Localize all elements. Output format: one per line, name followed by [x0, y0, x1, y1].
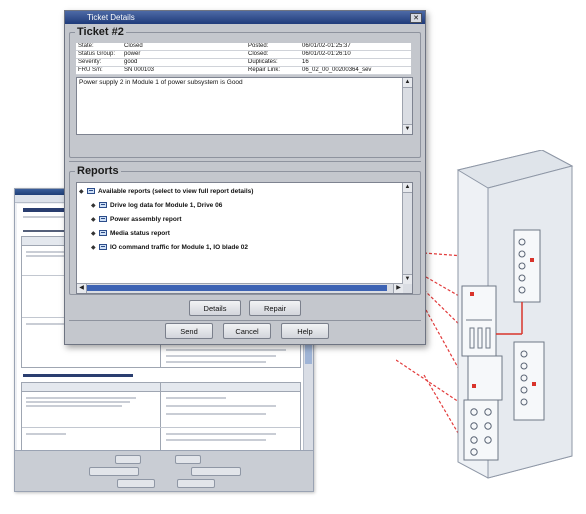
background-window-button[interactable] [117, 479, 155, 488]
description-text: Power supply 2 in Module 1 of power subs… [79, 79, 243, 86]
tree-root-item[interactable]: ◆ Available reports (select to view full… [79, 185, 253, 197]
send-button[interactable]: Send [165, 323, 213, 339]
report-label: IO command traffic for Module 1, IO blad… [110, 243, 248, 251]
tree-node-icon[interactable]: ◆ [91, 202, 97, 209]
dialog-titlebar: Ticket Details ✕ [65, 11, 425, 24]
scroll-up-arrow-icon[interactable]: ▲ [403, 78, 412, 88]
field-label: Repair Link: [246, 66, 300, 75]
field-value: 06/01/02-01:25:37 [300, 43, 411, 51]
report-document-icon [99, 202, 107, 208]
scroll-left-arrow-icon[interactable]: ◀ [77, 284, 87, 293]
scroll-down-arrow-icon[interactable]: ▼ [403, 124, 412, 134]
field-value: Closed [122, 43, 246, 51]
button-divider [69, 320, 421, 321]
ticket-details-dialog: Ticket Details ✕ Ticket #2 State: Closed… [64, 10, 426, 345]
ticket-group: Ticket #2 State: Closed Posted: 06/01/02… [69, 26, 421, 158]
report-document-icon [99, 230, 107, 236]
field-label: Posted: [246, 43, 300, 51]
field-value: SN 000103 [122, 66, 246, 75]
ticket-info-table: State: Closed Posted: 06/01/02-01:25:37 … [76, 43, 411, 75]
reports-horizontal-scrollbar[interactable]: ◀ ▶ [77, 283, 403, 293]
scroll-up-arrow-icon[interactable]: ▲ [403, 183, 412, 193]
report-label: Drive log data for Module 1, Drive 06 [110, 201, 223, 209]
ticket-field-row: FRU S/n: SN 000103 Repair Link: 06_02_00… [76, 66, 411, 75]
rack-module-top [513, 229, 541, 303]
ticket-field-row: State: Closed Posted: 06/01/02-01:25:37 [76, 43, 411, 51]
report-label: Power assembly report [110, 215, 182, 223]
details-button[interactable]: Details [189, 300, 241, 316]
scroll-right-arrow-icon[interactable]: ▶ [393, 284, 403, 293]
section-divider [69, 161, 421, 162]
dialog-title: Ticket Details [87, 13, 135, 22]
report-item[interactable]: ◆ IO command traffic for Module 1, IO bl… [91, 241, 248, 253]
field-label: State: [76, 43, 122, 51]
field-value: 16 [300, 58, 411, 67]
scroll-corner [403, 284, 412, 293]
field-value: 06_02_00_00200364_sev [300, 66, 411, 75]
background-doc-table [21, 382, 301, 451]
field-value: 06/01/02-01:26:10 [300, 50, 411, 59]
field-value: good [122, 58, 246, 67]
description-textarea[interactable]: Power supply 2 in Module 1 of power subs… [76, 77, 413, 135]
report-item[interactable]: ◆ Media status report [91, 227, 170, 239]
reports-vertical-scrollbar[interactable]: ▲ ▼ [402, 183, 412, 284]
field-label: Status Group: [76, 50, 122, 59]
report-document-icon [99, 216, 107, 222]
help-button[interactable]: Help [281, 323, 329, 339]
scroll-down-arrow-icon[interactable]: ▼ [403, 274, 412, 284]
tree-node-icon[interactable]: ◆ [91, 230, 97, 237]
field-label: Closed: [246, 50, 300, 59]
field-value: power [122, 50, 246, 59]
reports-group-title: Reports [75, 165, 121, 177]
reports-group: Reports ◆ Available reports (select to v… [69, 165, 421, 295]
reports-tree[interactable]: ◆ Available reports (select to view full… [76, 182, 413, 294]
background-window-button[interactable] [115, 455, 141, 464]
background-window-button[interactable] [191, 467, 241, 476]
report-item[interactable]: ◆ Power assembly report [91, 213, 182, 225]
tree-node-icon[interactable]: ◆ [91, 216, 97, 223]
report-label: Media status report [110, 229, 170, 237]
rack-module-bottom [463, 399, 499, 461]
field-label: Severity: [76, 58, 122, 67]
ticket-field-row: Severity: good Duplicates: 16 [76, 58, 411, 67]
background-window-button-bar [15, 450, 313, 491]
field-label: FRU S/n: [76, 66, 122, 75]
ticket-group-title: Ticket #2 [75, 26, 126, 38]
horizontal-scroll-thumb[interactable] [87, 285, 387, 291]
report-item[interactable]: ◆ Drive log data for Module 1, Drive 06 [91, 199, 222, 211]
repair-button[interactable]: Repair [249, 300, 301, 316]
background-window-button[interactable] [89, 467, 139, 476]
background-window-button[interactable] [175, 455, 201, 464]
tree-node-icon[interactable]: ◆ [91, 244, 97, 251]
close-icon[interactable]: ✕ [410, 13, 422, 23]
tree-expand-icon[interactable]: ◆ [79, 188, 85, 195]
background-window-button[interactable] [177, 479, 215, 488]
report-document-icon [99, 244, 107, 250]
description-scrollbar[interactable]: ▲ ▼ [402, 78, 412, 134]
tree-root-label: Available reports (select to view full r… [98, 187, 254, 195]
report-folder-icon [87, 188, 95, 194]
field-label: Duplicates: [246, 58, 300, 67]
background-doc-heading [23, 374, 133, 377]
cancel-button[interactable]: Cancel [223, 323, 271, 339]
ticket-field-row: Status Group: power Closed: 06/01/02-01:… [76, 50, 411, 59]
